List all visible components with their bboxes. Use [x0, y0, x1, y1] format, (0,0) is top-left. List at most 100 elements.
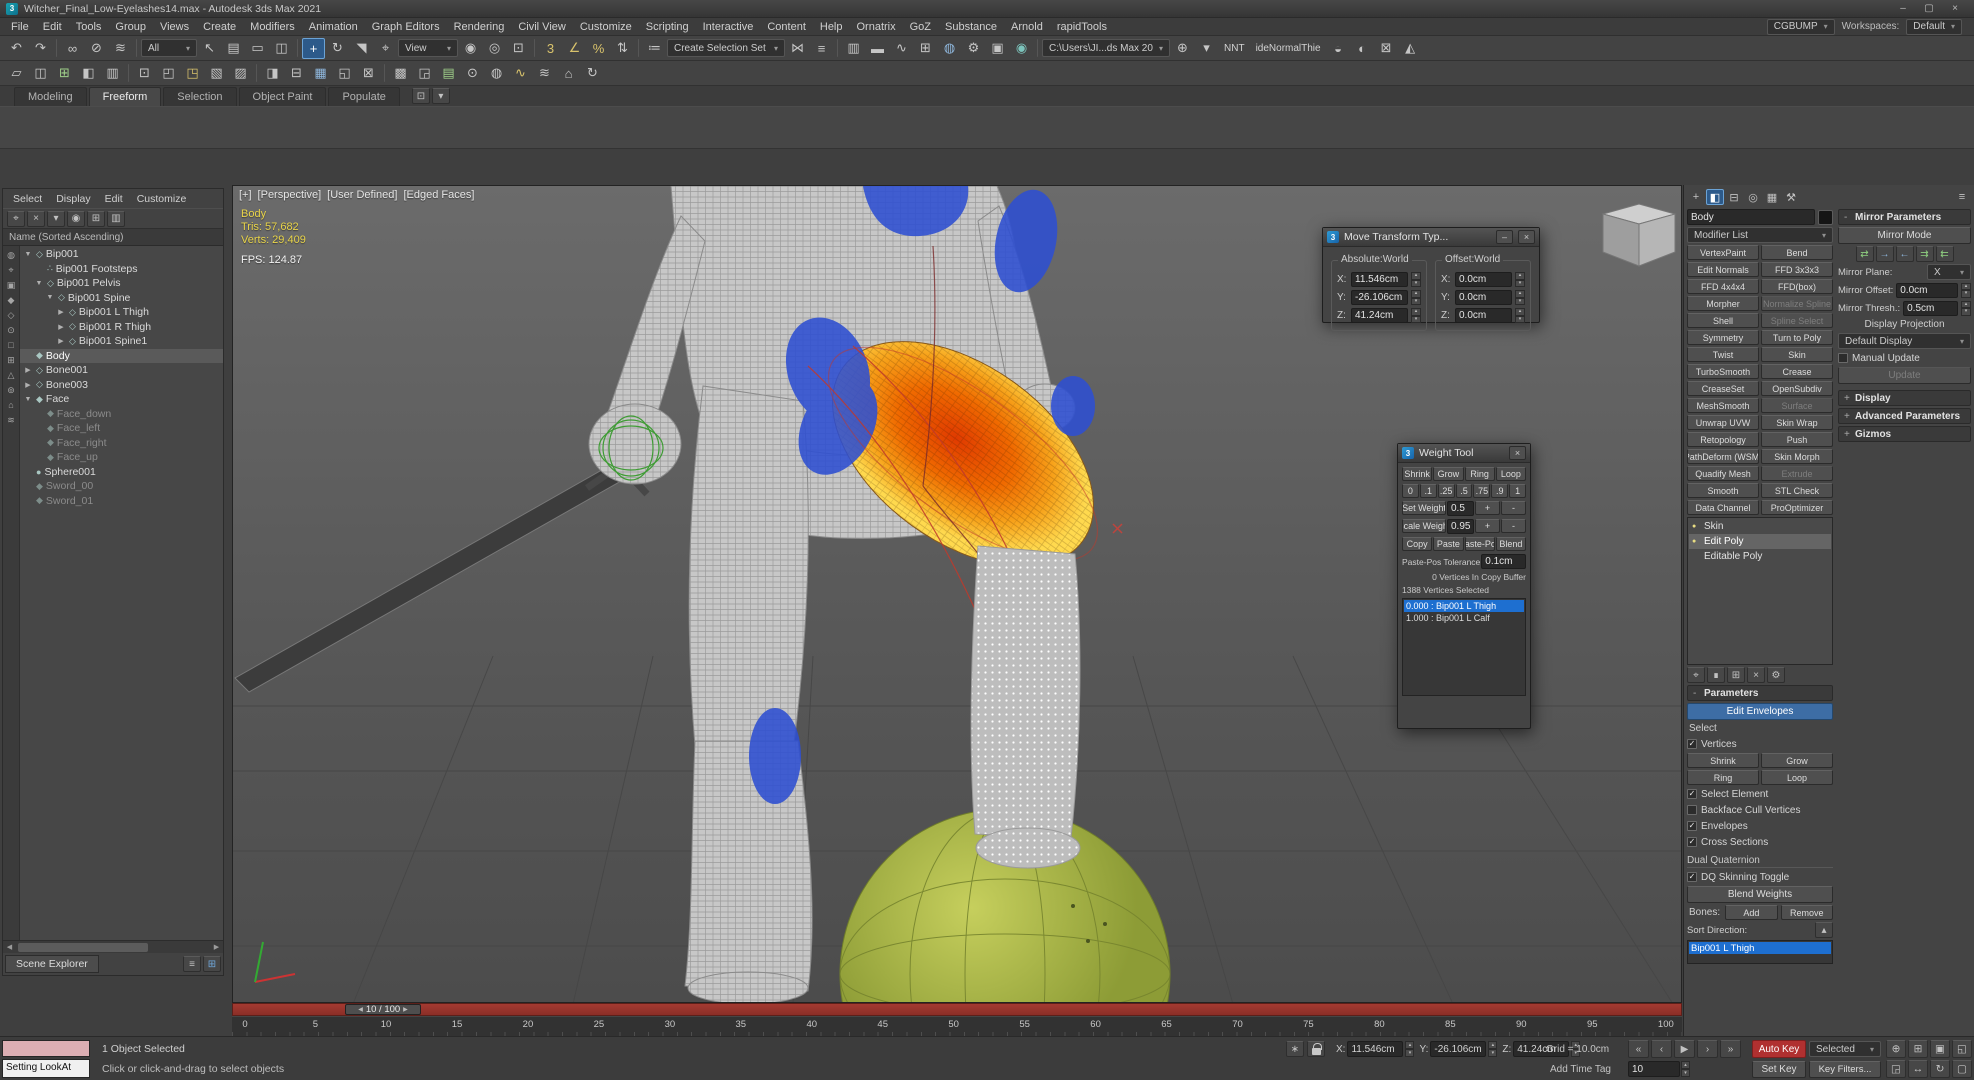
- tolerance-field[interactable]: 0.1cm: [1481, 554, 1526, 569]
- weight-tool-title-bar[interactable]: 3 Weight Tool ×: [1398, 444, 1530, 463]
- rollout-advanced-parameters[interactable]: +Advanced Parameters: [1838, 408, 1971, 424]
- menu-item[interactable]: Tools: [69, 20, 109, 34]
- next-frame-button[interactable]: ›: [1697, 1040, 1718, 1058]
- modifier-button[interactable]: Turn to Poly: [1761, 330, 1833, 345]
- modifier-button[interactable]: Crease: [1761, 364, 1833, 379]
- modeling-tool-icon[interactable]: ⊠▾: [357, 63, 380, 84]
- key-selection-dropdown[interactable]: Selected▾: [1809, 1041, 1881, 1057]
- orbit-icon[interactable]: ↻: [1930, 1060, 1950, 1078]
- select-by-name-icon[interactable]: ▤▾: [222, 38, 245, 59]
- object-name-field[interactable]: Body: [1687, 209, 1815, 225]
- auto-key-button[interactable]: Auto Key: [1752, 1040, 1806, 1058]
- select-and-move-icon[interactable]: +▾: [302, 38, 325, 59]
- menu-item[interactable]: Customize: [573, 20, 639, 34]
- explorer-filter-icon[interactable]: ◍: [4, 248, 18, 262]
- tree-expand-icon[interactable]: ▶: [56, 323, 66, 331]
- spinner-snap-icon[interactable]: ⇅▾: [611, 38, 634, 59]
- explorer-filter-icon[interactable]: ⊚: [4, 383, 18, 397]
- modifier-toggle-icon[interactable]: ●: [1692, 523, 1700, 530]
- time-slider-handle[interactable]: ◀ 10 / 100 ▶: [345, 1004, 421, 1015]
- mirror-plane-dropdown[interactable]: X▾: [1927, 264, 1971, 280]
- selected-vertices-shin[interactable]: [971, 546, 1080, 868]
- utilities-tab-icon[interactable]: ⚒: [1782, 189, 1800, 205]
- menu-item[interactable]: rapidTools: [1050, 20, 1114, 34]
- tree-item[interactable]: ∴Bip001 Footsteps: [20, 262, 223, 277]
- isolate-selection-toggle-icon[interactable]: ∗: [1286, 1041, 1304, 1057]
- tree-item[interactable]: ▶◇Bone001: [20, 363, 223, 378]
- weight-tool-dialog[interactable]: 3 Weight Tool × ShrinkGrowRingLoop 0.1.2…: [1397, 443, 1531, 729]
- edit-envelopes-button[interactable]: Edit Envelopes: [1687, 703, 1833, 720]
- tree-expand-icon[interactable]: ▶: [23, 366, 33, 374]
- modifier-button[interactable]: Symmetry: [1687, 330, 1759, 345]
- mirror-icon[interactable]: ⋈▾: [786, 38, 809, 59]
- tree-item[interactable]: ▼◆Face: [20, 392, 223, 407]
- modifier-button[interactable]: FFD 3x3x3: [1761, 262, 1833, 277]
- viewport-lighting-menu[interactable]: [User Defined]: [327, 189, 397, 201]
- previous-frame-button[interactable]: ‹: [1651, 1040, 1672, 1058]
- menu-item[interactable]: Views: [153, 20, 196, 34]
- menu-item[interactable]: File: [4, 20, 36, 34]
- menu-item[interactable]: Animation: [302, 20, 365, 34]
- modifier-button[interactable]: CreaseSet: [1687, 381, 1759, 396]
- explorer-menu-item[interactable]: Edit: [99, 192, 129, 206]
- tree-item[interactable]: ▶◇Bone003: [20, 378, 223, 393]
- weight-preset-button[interactable]: .1: [1420, 484, 1437, 498]
- select-and-link-icon[interactable]: ∞▾: [61, 38, 84, 59]
- zoom-extents-icon[interactable]: ▣: [1930, 1040, 1950, 1058]
- set-weight-plus-button[interactable]: +: [1475, 501, 1500, 515]
- stack-item-editable-poly[interactable]: Editable Poly: [1689, 549, 1831, 564]
- tree-item[interactable]: ◆Face_up: [20, 450, 223, 465]
- paste-blue-to-green-icon[interactable]: ←: [1896, 246, 1914, 262]
- key-filters-button[interactable]: Key Filters...: [1809, 1061, 1881, 1078]
- menu-item[interactable]: Help: [813, 20, 850, 34]
- scrollbar-thumb[interactable]: [18, 943, 148, 952]
- panel-menu-icon[interactable]: ≡: [1953, 189, 1971, 205]
- weight-preset-button[interactable]: .75: [1473, 484, 1490, 498]
- explorer-columns-icon[interactable]: ▥: [107, 211, 125, 227]
- modeling-tool-icon[interactable]: ⊞▾: [53, 63, 76, 84]
- bones-list-item[interactable]: Bip001 L Thigh: [1689, 942, 1831, 954]
- menu-item[interactable]: Content: [760, 20, 813, 34]
- envelopes-checkbox[interactable]: ✓: [1687, 821, 1697, 831]
- modeling-tool-icon[interactable]: ▱▾: [5, 63, 28, 84]
- display-projection-dropdown[interactable]: Default Display▾: [1838, 333, 1971, 349]
- explorer-filter-icon[interactable]: ⌖: [4, 263, 18, 277]
- paste-green-to-blue-icon[interactable]: →: [1876, 246, 1894, 262]
- script-button-nnt[interactable]: NNT▾: [1219, 38, 1250, 59]
- shrink-button[interactable]: Shrink: [1687, 753, 1759, 768]
- tree-item[interactable]: ◆Face_left: [20, 421, 223, 436]
- absolute-coordinate-row[interactable]: Y:-26.106cm▴▾: [1337, 290, 1421, 305]
- toolbar-extra-icon[interactable]: ◭▾: [1399, 38, 1422, 59]
- offset-coordinate-row[interactable]: Y:0.0cm▴▾: [1441, 290, 1525, 305]
- edit-named-selection-sets-icon[interactable]: ≔▾: [643, 38, 666, 59]
- ribbon-tab[interactable]: Populate: [328, 87, 399, 106]
- modeling-tool-icon[interactable]: ◫▾: [29, 63, 52, 84]
- toolbar-extra-icon[interactable]: ⊠▾: [1375, 38, 1398, 59]
- modifier-button[interactable]: Twist: [1687, 347, 1759, 362]
- modifier-button[interactable]: Skin: [1761, 347, 1833, 362]
- explorer-clear-search-icon[interactable]: ×: [27, 211, 45, 227]
- ribbon-tab[interactable]: Selection: [163, 87, 236, 106]
- project-dropdown[interactable]: CGBUMP▾: [1767, 19, 1835, 35]
- menu-item[interactable]: Ornatrix: [850, 20, 903, 34]
- project-folder-dropdown[interactable]: C:\Users\JI...ds Max 202▾: [1042, 39, 1170, 57]
- tree-item[interactable]: ▶◇Bip001 L Thigh: [20, 305, 223, 320]
- rollout-gizmos[interactable]: +Gizmos: [1838, 426, 1971, 442]
- previous-frame-arrow-icon[interactable]: ◀: [358, 1006, 363, 1013]
- x-coordinate-field[interactable]: X:11.546cm▴▾: [1336, 1041, 1414, 1057]
- modifier-button[interactable]: Push: [1761, 432, 1833, 447]
- toggle-layer-explorer-icon[interactable]: ▥▾: [842, 38, 865, 59]
- menu-item[interactable]: Scripting: [639, 20, 696, 34]
- scene-explorer-tab[interactable]: Scene Explorer: [5, 955, 99, 973]
- mini-listener-field[interactable]: Setting LookAt: [2, 1059, 90, 1078]
- select-and-manipulate-icon[interactable]: ◎▾: [483, 38, 506, 59]
- menu-item[interactable]: Edit: [36, 20, 69, 34]
- manual-update-checkbox[interactable]: ✓: [1838, 353, 1848, 363]
- modeling-tool-icon[interactable]: ⊟▾: [285, 63, 308, 84]
- pan-icon[interactable]: ↔: [1908, 1060, 1928, 1078]
- add-time-tag-button[interactable]: Add Time Tag: [1550, 1064, 1611, 1075]
- modifier-button[interactable]: Skin Morph: [1761, 449, 1833, 464]
- cross-sections-checkbox[interactable]: ✓: [1687, 837, 1697, 847]
- modifier-button[interactable]: Surface: [1761, 398, 1833, 413]
- tree-item[interactable]: ▶◇Bip001 Spine1: [20, 334, 223, 349]
